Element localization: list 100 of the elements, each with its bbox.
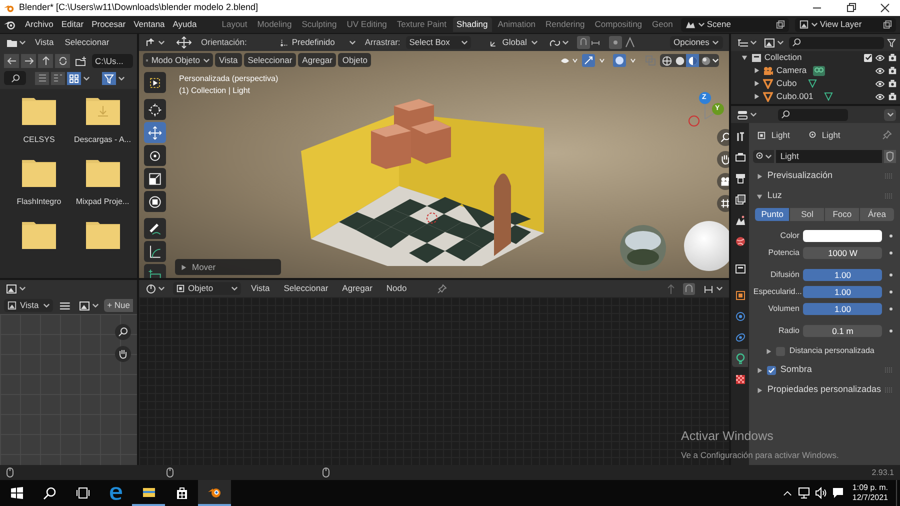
shading-mode-button[interactable] xyxy=(673,54,686,67)
forward-arrow-icon[interactable] xyxy=(24,56,34,66)
notification-icon[interactable] xyxy=(832,487,844,499)
list-view-icon[interactable] xyxy=(35,72,49,84)
folder-icon[interactable] xyxy=(86,159,120,187)
maximize-icon[interactable] xyxy=(846,3,856,13)
light-type-tab[interactable]: Sol xyxy=(790,208,824,221)
close-icon[interactable] xyxy=(880,3,890,13)
transform-orientation-dropdown[interactable]: Global xyxy=(487,36,542,49)
folder-icon[interactable] xyxy=(22,159,56,187)
panel-title[interactable]: Propiedades personalizadas xyxy=(767,383,881,397)
pin-icon[interactable] xyxy=(436,284,447,294)
light-type-tab[interactable]: Foco xyxy=(825,208,860,221)
shader-type-dropdown[interactable]: Objeto xyxy=(173,282,241,295)
eye-icon[interactable] xyxy=(875,92,885,100)
menu-item[interactable]: Vista xyxy=(31,36,58,49)
image-browse-button[interactable] xyxy=(77,299,102,312)
workspace-tab[interactable]: Sculpting xyxy=(298,17,341,32)
workspace-tab[interactable]: Rendering xyxy=(542,17,589,32)
folder-icon[interactable] xyxy=(22,221,56,249)
filter-icon[interactable] xyxy=(887,38,896,48)
menu-item[interactable]: Seleccionar xyxy=(280,282,332,295)
file-name[interactable]: Descargas - A... xyxy=(74,134,131,146)
zoom-icon[interactable] xyxy=(717,129,730,146)
folder-icon[interactable] xyxy=(86,221,120,249)
new-image-button[interactable]: + Nue xyxy=(104,299,133,312)
outliner-item[interactable]: Collection xyxy=(764,51,802,64)
shading-mode-button[interactable] xyxy=(660,54,674,67)
panel-title[interactable]: Luz xyxy=(767,189,881,203)
color-swatch[interactable] xyxy=(803,230,882,242)
tool-button[interactable] xyxy=(144,99,166,120)
hand-icon[interactable] xyxy=(115,346,131,362)
collapse-arrow-icon[interactable] xyxy=(756,366,764,374)
render-camera-icon[interactable] xyxy=(888,79,897,88)
new-folder-icon[interactable] xyxy=(75,56,87,66)
display-mode-button[interactable] xyxy=(762,36,786,49)
windows-start-icon[interactable] xyxy=(10,486,24,500)
move-gizmo-icon[interactable] xyxy=(176,36,192,49)
tool-button[interactable] xyxy=(144,168,166,189)
menu-item[interactable]: Agregar xyxy=(298,53,336,67)
workspace-tab[interactable]: Texture Paint xyxy=(392,17,451,32)
workspace-tab[interactable]: Animation xyxy=(494,17,540,32)
eye-icon[interactable] xyxy=(875,80,885,88)
blender-logo-icon[interactable] xyxy=(4,19,16,30)
snap-icon[interactable] xyxy=(683,282,696,294)
datablock-name-field[interactable]: Light xyxy=(776,150,882,163)
keyframe-dot-icon[interactable] xyxy=(888,250,894,256)
light-type-tab[interactable]: Punto xyxy=(755,208,790,221)
slider-field[interactable]: 1.00 xyxy=(803,286,882,298)
columns-view-icon[interactable] xyxy=(51,72,65,84)
collapse-arrow-icon[interactable] xyxy=(753,93,760,100)
editor-type-button[interactable] xyxy=(4,282,28,295)
path-field[interactable]: C:\Us... xyxy=(92,54,133,68)
tool-button[interactable] xyxy=(144,218,166,239)
network-icon[interactable] xyxy=(798,487,810,499)
render-camera-icon[interactable] xyxy=(888,53,897,62)
light-type-tab[interactable]: Área xyxy=(860,208,894,221)
keyframe-dot-icon[interactable] xyxy=(888,272,894,278)
menu-item[interactable]: Agregar xyxy=(338,282,376,295)
thumbnail-view-icon[interactable] xyxy=(67,72,81,84)
search-field[interactable] xyxy=(4,71,26,85)
exclude-checkbox[interactable] xyxy=(864,54,872,62)
back-arrow-icon[interactable] xyxy=(6,56,16,66)
tool-button[interactable] xyxy=(144,145,166,166)
hand-icon[interactable] xyxy=(717,151,730,168)
filter-icon[interactable] xyxy=(102,72,116,84)
select-box-dropdown[interactable]: Select Box xyxy=(406,36,472,49)
shadow-checkbox[interactable] xyxy=(767,366,776,374)
outliner-item[interactable]: Camera xyxy=(776,64,807,77)
last-operator-panel[interactable]: Mover xyxy=(175,259,281,275)
options-dropdown[interactable] xyxy=(884,108,896,120)
file-name[interactable]: CELSYS xyxy=(23,134,55,146)
search-icon[interactable] xyxy=(42,486,56,500)
clock[interactable]: 1:09 p. m. 12/7/2021 xyxy=(852,483,888,503)
copy-icon[interactable] xyxy=(776,20,785,29)
menu-item[interactable]: Objeto xyxy=(338,53,372,67)
store-icon[interactable] xyxy=(174,486,188,500)
workspace-tab[interactable]: UV Editing xyxy=(342,17,391,32)
menu-item[interactable]: Seleccionar xyxy=(60,36,114,49)
checkbox-label[interactable]: Distancia personalizada xyxy=(789,345,874,357)
number-field[interactable]: 0.1 m xyxy=(803,325,882,337)
search-field[interactable] xyxy=(778,108,848,120)
expand-arrow-icon[interactable] xyxy=(756,192,764,200)
view-dropdown[interactable]: Vista xyxy=(4,299,54,312)
menu-item[interactable]: Seleccionar xyxy=(244,53,296,67)
menu-item[interactable]: Procesar xyxy=(88,18,129,31)
menu-item[interactable]: Editar xyxy=(58,18,87,31)
object-mode-dropdown[interactable]: Modo Objeto xyxy=(143,53,213,67)
keyframe-dot-icon[interactable] xyxy=(888,306,894,312)
refresh-icon[interactable] xyxy=(58,56,68,66)
render-camera-icon[interactable] xyxy=(888,92,897,101)
file-explorer-icon[interactable] xyxy=(142,485,156,499)
folder-icon[interactable] xyxy=(22,97,56,125)
editor-type-button[interactable] xyxy=(735,108,760,121)
collapse-arrow-icon[interactable] xyxy=(753,67,760,74)
keyframe-dot-icon[interactable] xyxy=(888,328,894,334)
collapse-arrow-icon[interactable] xyxy=(756,172,764,180)
workspace-tab[interactable]: Modeling xyxy=(253,17,296,32)
tool-button[interactable] xyxy=(144,72,166,93)
expand-arrow-icon[interactable] xyxy=(741,54,748,61)
